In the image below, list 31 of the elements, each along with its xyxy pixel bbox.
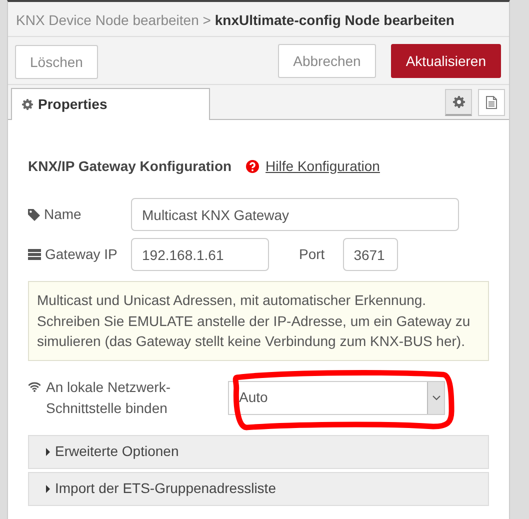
section-title: KNX/IP Gateway Konfiguration (28, 157, 232, 176)
advanced-options-section[interactable]: Erweiterte Optionen (28, 434, 489, 468)
interface-select[interactable]: Auto (228, 380, 445, 414)
info-box: Multicast und Unicast Adressen, mit automatischer Erkennung. Schreiben Sie EMULATE anstelle der IP-Adresse, um ein Gateway zu simulieren (das Gateway stellt keine Verbindung zum KNX-BUS her). (28, 281, 489, 360)
server-icon (28, 249, 41, 260)
gear-icon (452, 96, 464, 108)
dialog-title: knxUltimate-config Node bearbeiten (214, 12, 454, 28)
caret-icon (46, 484, 50, 492)
properties-tab[interactable]: Properties (11, 88, 210, 120)
chevron-icon (432, 394, 440, 400)
caret-icon (46, 448, 50, 456)
wifi-icon (28, 382, 41, 392)
help-link[interactable]: Hilfe Konfiguration (266, 156, 380, 177)
breadcrumb-separator: > (202, 12, 211, 28)
delete-button[interactable]: Löschen (15, 45, 98, 79)
select-label: An lokale Netzwerk-Schnittstelle binden (46, 378, 172, 418)
port-label: Port (299, 245, 325, 264)
cancel-button[interactable]: Abbrechen (278, 44, 376, 78)
import-section[interactable]: Import der ETS-Gruppenadressliste (28, 472, 489, 506)
gateway-ip-field[interactable]: 192.168.1.61 (131, 238, 269, 271)
name-field[interactable]: Multicast KNX Gateway (131, 198, 459, 231)
settings-button[interactable] (445, 89, 472, 116)
port-field[interactable]: 3671 (342, 238, 398, 271)
gateway-ip-label: Gateway IP (45, 245, 118, 264)
gear-icon (22, 99, 33, 110)
document-button[interactable] (478, 89, 505, 116)
help-icon (246, 160, 259, 173)
tag-icon (28, 208, 40, 220)
document-icon (486, 96, 497, 109)
update-button[interactable]: Aktualisieren (390, 44, 501, 78)
name-label: Name (44, 205, 82, 224)
